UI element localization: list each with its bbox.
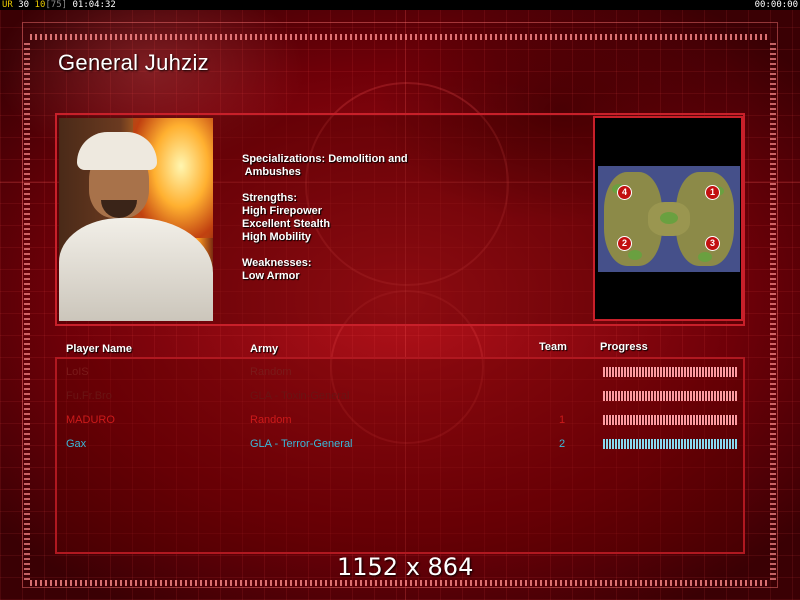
player-army: GLA - Toxin-General bbox=[250, 390, 350, 402]
player-row: LoIS Random bbox=[0, 366, 800, 382]
loading-progress-bar bbox=[603, 415, 737, 425]
tick-bar-right bbox=[770, 40, 776, 580]
header-progress: Progress bbox=[600, 341, 648, 353]
player-army: Random bbox=[250, 414, 292, 426]
general-title: General Juhziz bbox=[58, 50, 209, 75]
map-vegetation bbox=[628, 250, 642, 260]
player-name: Gax bbox=[66, 438, 87, 450]
stat-value-2: 10 bbox=[34, 0, 46, 10]
player-name: Fu.Fr.Bro bbox=[66, 390, 112, 402]
stat-value-3: [75] bbox=[45, 0, 68, 10]
specializations-text: Specializations: Demolition and Ambushes bbox=[242, 153, 408, 178]
stat-value-1: 30 bbox=[18, 0, 30, 10]
map-vegetation bbox=[698, 252, 712, 262]
stats-overlay: UR 30 10[75] 01:04:32 00:00:00 bbox=[0, 0, 800, 10]
strengths-heading: Strengths: bbox=[242, 192, 297, 204]
portrait-turban bbox=[77, 132, 157, 170]
stats-left: UR 30 10[75] 01:04:32 bbox=[2, 0, 116, 10]
loading-progress-bar bbox=[603, 439, 737, 449]
player-row: MADURO Random 1 bbox=[0, 414, 800, 430]
general-description: Specializations: Demolition and Ambushes… bbox=[242, 153, 408, 283]
header-team: Team bbox=[539, 341, 567, 353]
portrait-robe bbox=[59, 218, 213, 321]
map-vegetation bbox=[660, 212, 678, 224]
loading-progress-bar bbox=[603, 367, 737, 377]
start-position-marker: 1 bbox=[705, 185, 720, 200]
resolution-label: 1152 x 864 bbox=[337, 553, 474, 581]
header-player-name: Player Name bbox=[66, 343, 133, 355]
weakness-item: Low Armor bbox=[242, 270, 300, 282]
player-army: Random bbox=[250, 366, 292, 378]
weaknesses-heading: Weaknesses: bbox=[242, 257, 312, 269]
minimap: 4 1 2 3 bbox=[598, 166, 740, 272]
player-row: Fu.Fr.Bro GLA - Toxin-General bbox=[0, 390, 800, 406]
loading-progress-bar bbox=[603, 391, 737, 401]
general-portrait bbox=[59, 118, 213, 321]
elapsed-time: 01:04:32 bbox=[72, 0, 116, 10]
ur-label: UR bbox=[2, 0, 13, 10]
player-name: MADURO bbox=[66, 414, 115, 426]
clock-time: 00:00:00 bbox=[754, 0, 798, 10]
player-team: 1 bbox=[559, 414, 566, 426]
player-row: Gax GLA - Terror-General 2 bbox=[0, 438, 800, 454]
player-team: 2 bbox=[559, 438, 566, 450]
player-list bbox=[55, 357, 745, 554]
start-position-marker: 3 bbox=[705, 236, 720, 251]
strength-item: High Mobility bbox=[242, 231, 312, 243]
strength-item: High Firepower bbox=[242, 205, 323, 217]
header-army: Army bbox=[250, 343, 279, 355]
tick-bar-left bbox=[24, 40, 30, 580]
start-position-marker: 4 bbox=[617, 185, 632, 200]
player-name: LoIS bbox=[66, 366, 89, 378]
start-position-marker: 2 bbox=[617, 236, 632, 251]
player-army: GLA - Terror-General bbox=[250, 438, 353, 450]
strength-item: Excellent Stealth bbox=[242, 218, 331, 230]
tick-bar-top bbox=[30, 34, 770, 40]
